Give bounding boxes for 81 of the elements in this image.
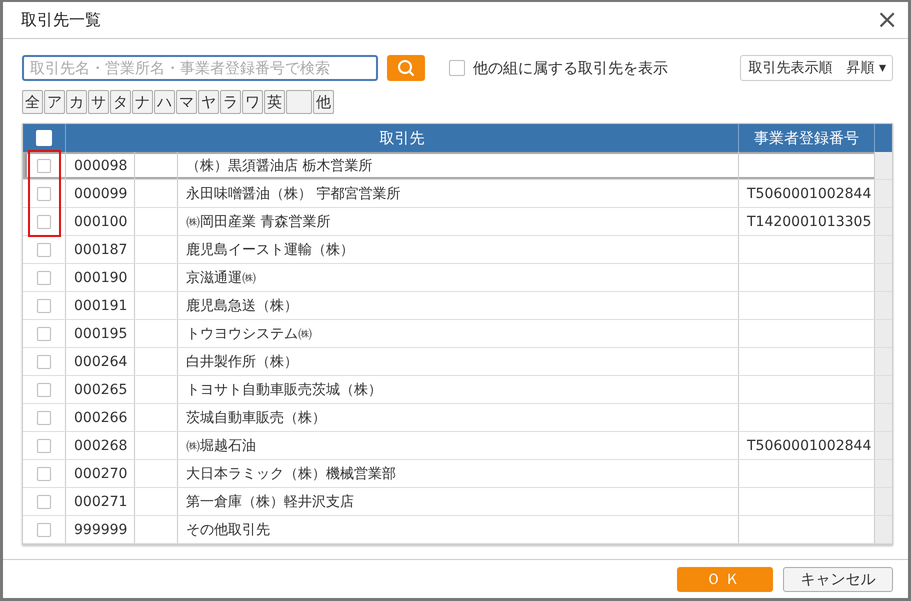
table-row[interactable]: 000270 大日本ラミック（株）機械営業部	[23, 460, 892, 488]
filter-button[interactable]: タ	[110, 90, 131, 114]
code-cell: 000098	[66, 152, 135, 179]
name-cell: 大日本ラミック（株）機械営業部	[178, 460, 739, 487]
row-checkbox[interactable]	[37, 326, 51, 340]
table-row[interactable]: 000195 トウヨウシステム㈱	[23, 320, 892, 348]
code-cell: 000268	[66, 432, 135, 459]
checkbox[interactable]	[449, 60, 465, 76]
name-cell: その他取引先	[178, 516, 739, 543]
name-cell: ㈱岡田産業 青森営業所	[178, 208, 739, 235]
code-cell: 000271	[66, 488, 135, 515]
checkbox-label: 他の組に属する取引先を表示	[473, 58, 668, 78]
table-row[interactable]: 000268 ㈱堀越石油 T5060001002844	[23, 432, 892, 460]
code-cell: 000266	[66, 404, 135, 431]
code-cell: 000265	[66, 376, 135, 403]
filter-button[interactable]: 他	[313, 90, 334, 114]
filter-button[interactable]: ナ	[132, 90, 153, 114]
row-checkbox[interactable]	[37, 438, 51, 452]
table-row[interactable]: 999999 その他取引先	[23, 516, 892, 544]
row-checkbox[interactable]	[37, 522, 51, 536]
close-button[interactable]: ×	[870, 7, 904, 33]
row-checkbox[interactable]	[37, 186, 51, 200]
table-row[interactable]: 000271 第一倉庫（株）軽井沢支店	[23, 488, 892, 516]
row-checkbox[interactable]	[37, 466, 51, 480]
table-row[interactable]: 000099 永田味噌醤油（株） 宇都宮営業所 T5060001002844	[23, 180, 892, 208]
name-cell: 鹿児島急送（株）	[178, 292, 739, 319]
name-cell: 永田味噌醤油（株） 宇都宮営業所	[178, 180, 739, 207]
filter-button[interactable]: サ	[88, 90, 109, 114]
filter-button[interactable]: ワ	[242, 90, 263, 114]
row-checkbox[interactable]	[37, 158, 51, 172]
table-row[interactable]: 000098 （株）黒須醤油店 栃木営業所	[23, 152, 892, 180]
filter-button[interactable]: ヤ	[198, 90, 219, 114]
search-field[interactable]: 取引先名・営業所名・事業者登録番号で検索	[22, 55, 378, 81]
row-checkbox[interactable]	[37, 242, 51, 256]
name-cell: 鹿児島イースト運輸（株）	[178, 236, 739, 263]
filter-button[interactable]: カ	[66, 90, 87, 114]
row-checkbox[interactable]	[37, 382, 51, 396]
cancel-button[interactable]: キャンセル	[783, 566, 893, 592]
row-checkbox[interactable]	[37, 214, 51, 228]
name-cell: ㈱堀越石油	[178, 432, 739, 459]
row-checkbox[interactable]	[37, 410, 51, 424]
code-cell: 000270	[66, 460, 135, 487]
name-cell: （株）黒須醤油店 栃木営業所	[178, 152, 739, 179]
code-cell: 000100	[66, 208, 135, 235]
filter-button[interactable]: ア	[44, 90, 65, 114]
name-cell: トヨサト自動車販売茨城（株）	[178, 376, 739, 403]
name-cell: トウヨウシステム㈱	[178, 320, 739, 347]
code-cell: 000191	[66, 292, 135, 319]
table-row[interactable]: 000264 白井製作所（株）	[23, 348, 892, 376]
code-cell: 000264	[66, 348, 135, 375]
filter-button[interactable]: 英	[264, 90, 285, 114]
code-cell: 000190	[66, 264, 135, 291]
filter-button[interactable]: ハ	[154, 90, 175, 114]
table-row[interactable]: 000191 鹿児島急送（株）	[23, 292, 892, 320]
filter-button[interactable]: マ	[176, 90, 197, 114]
name-cell: 茨城自動車販売（株）	[178, 404, 739, 431]
search-icon	[397, 59, 415, 77]
sort-dropdown[interactable]: 取引先表示順 昇順 ▾	[740, 55, 893, 81]
select-all-checkbox[interactable]	[36, 130, 52, 146]
table-row[interactable]: 000266 茨城自動車販売（株）	[23, 404, 892, 432]
name-cell: 第一倉庫（株）軽井沢支店	[178, 488, 739, 515]
table-row[interactable]: 000100 ㈱岡田産業 青森営業所 T1420001013305	[23, 208, 892, 236]
filter-button[interactable]: 全	[22, 90, 43, 114]
filter-button[interactable]: ラ	[220, 90, 241, 114]
window-title: 取引先一覧	[21, 10, 101, 30]
search-button[interactable]	[387, 55, 425, 81]
name-cell: 京滋通運㈱	[178, 264, 739, 291]
code-cell: 000099	[66, 180, 135, 207]
row-checkbox[interactable]	[37, 494, 51, 508]
row-checkbox[interactable]	[37, 354, 51, 368]
table-row[interactable]: 000190 京滋通運㈱	[23, 264, 892, 292]
code-cell: 000195	[66, 320, 135, 347]
code-cell: 999999	[66, 516, 135, 543]
table-row[interactable]: 000265 トヨサト自動車販売茨城（株）	[23, 376, 892, 404]
column-header: 取引先	[66, 124, 739, 152]
name-cell: 白井製作所（株）	[178, 348, 739, 375]
row-checkbox[interactable]	[37, 298, 51, 312]
row-checkbox[interactable]	[37, 270, 51, 284]
table-row[interactable]: 000187 鹿児島イースト運輸（株）	[23, 236, 892, 264]
code-cell: 000187	[66, 236, 135, 263]
blank-filter-button[interactable]	[286, 90, 312, 114]
